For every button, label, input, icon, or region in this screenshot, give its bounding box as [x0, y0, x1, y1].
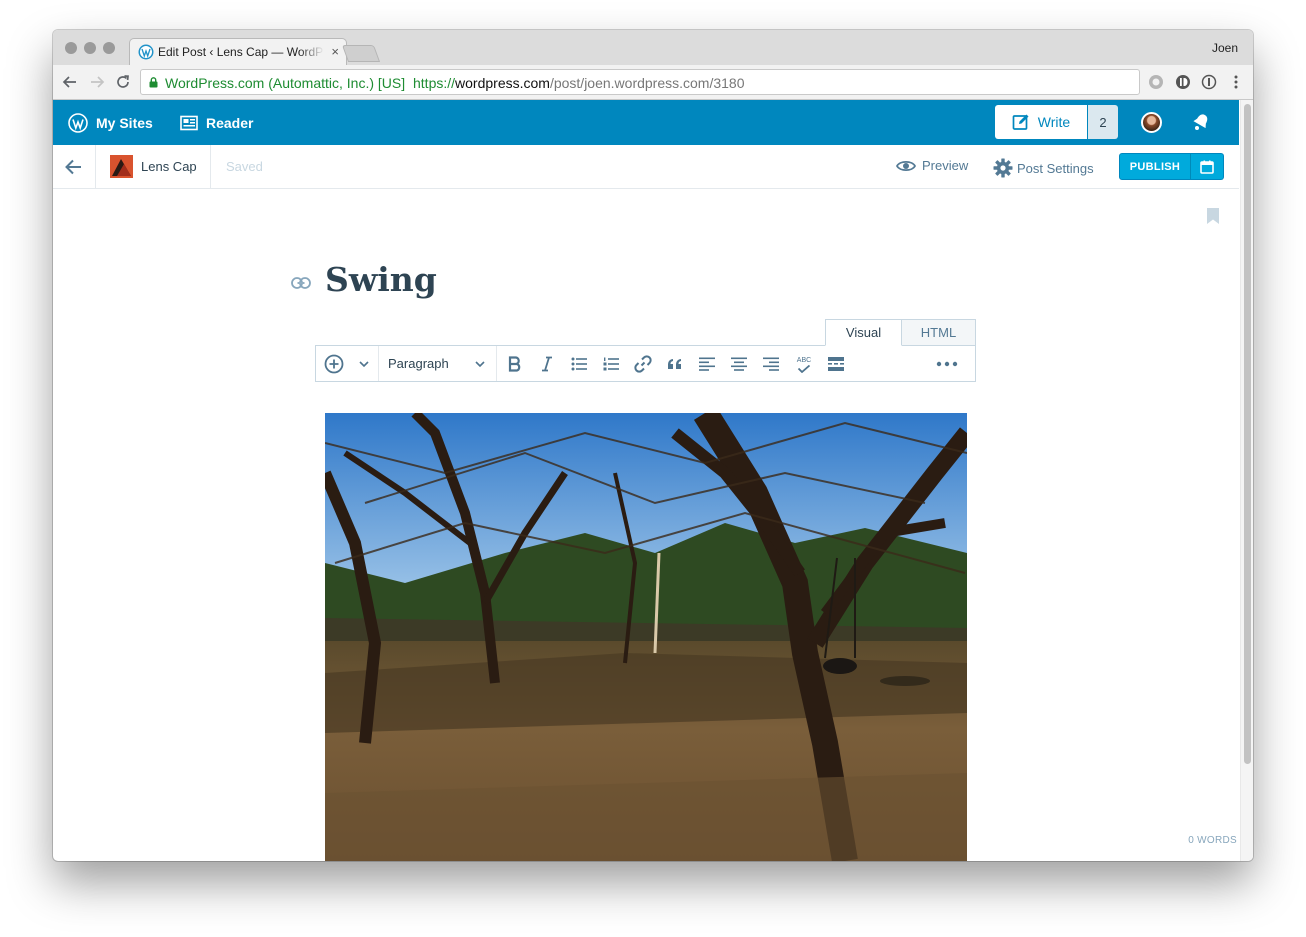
publish-button[interactable]: PUBLISH	[1119, 153, 1191, 180]
wordpress-logo-icon	[68, 112, 88, 133]
notifications-bell-icon[interactable]	[1191, 112, 1211, 132]
close-window-button[interactable]	[65, 42, 77, 54]
eye-icon	[896, 160, 916, 171]
tab-html[interactable]: HTML	[901, 319, 976, 346]
schedule-button[interactable]	[1190, 153, 1224, 180]
profile-name[interactable]: Joen	[1212, 41, 1238, 55]
bookmark-icon[interactable]	[1206, 207, 1220, 225]
format-chevron-down-icon[interactable]	[470, 346, 490, 381]
my-sites-label: My Sites	[96, 114, 153, 131]
site-logo-icon	[110, 155, 133, 178]
word-count: 0 WORDS	[1188, 835, 1237, 846]
read-more-icon[interactable]	[824, 346, 848, 381]
tab-visual[interactable]: Visual	[825, 319, 902, 346]
wordpress-icon	[138, 44, 154, 60]
minimize-window-button[interactable]	[84, 42, 96, 54]
tab-strip: Edit Post ‹ Lens Cap — WordPress.com × J…	[53, 30, 1253, 66]
browser-tab[interactable]: Edit Post ‹ Lens Cap — WordPress.com ×	[129, 38, 347, 66]
more-icon[interactable]	[932, 346, 962, 381]
tab-title: Edit Post ‹ Lens Cap — WordPress.com	[158, 45, 324, 59]
reader-link[interactable]: Reader	[180, 100, 253, 145]
blockquote-icon[interactable]	[664, 346, 686, 381]
italic-icon[interactable]	[536, 346, 558, 381]
link-icon[interactable]	[632, 346, 654, 381]
bullet-list-icon[interactable]	[568, 346, 590, 381]
address-bar: WordPress.com (Automattic, Inc.) [US] ht…	[53, 65, 1253, 100]
certificate-label: WordPress.com (Automattic, Inc.) [US]	[165, 75, 406, 91]
url-text: https://wordpress.com/post/joen.wordpres…	[413, 75, 745, 91]
new-tab-button[interactable]	[341, 45, 381, 62]
align-left-icon[interactable]	[696, 346, 718, 381]
link-icon[interactable]	[291, 277, 311, 289]
tab-close-icon[interactable]: ×	[331, 44, 339, 59]
write-button[interactable]: Write	[995, 105, 1087, 139]
editor-ground-control: Lens Cap Saved Preview Post Settings PUB…	[53, 145, 1239, 189]
bold-icon[interactable]	[504, 346, 526, 381]
maximize-window-button[interactable]	[103, 42, 115, 54]
post-image[interactable]	[325, 413, 967, 861]
preview-label: Preview	[922, 158, 969, 173]
reader-icon	[180, 115, 198, 130]
my-sites-link[interactable]: My Sites	[68, 100, 153, 145]
site-name[interactable]: Lens Cap	[141, 159, 197, 174]
url-input[interactable]: WordPress.com (Automattic, Inc.) [US] ht…	[140, 69, 1140, 95]
save-status: Saved	[226, 159, 263, 174]
masterbar: My Sites Reader Write 2	[53, 100, 1239, 145]
password-manager-icon[interactable]	[1201, 74, 1217, 90]
add-icon[interactable]	[322, 346, 346, 381]
post-title-input[interactable]: Swing	[325, 260, 437, 299]
numbered-list-icon[interactable]	[600, 346, 622, 381]
post-settings-button[interactable]: Post Settings	[993, 158, 1094, 178]
write-label: Write	[1037, 114, 1071, 130]
extension-circle-icon[interactable]	[1148, 74, 1164, 90]
browser-window: Edit Post ‹ Lens Cap — WordPress.com × J…	[53, 30, 1253, 861]
reload-icon[interactable]	[114, 73, 132, 91]
back-arrow-icon[interactable]	[63, 157, 85, 177]
compose-icon	[1012, 114, 1029, 130]
browser-menu-icon[interactable]	[1228, 74, 1244, 90]
drafts-count-button[interactable]: 2	[1088, 105, 1118, 139]
site-icon[interactable]	[110, 155, 133, 178]
forward-arrow-icon[interactable]	[88, 73, 106, 91]
editor-toolbar: Paragraph ABC	[315, 345, 976, 382]
tree-swing-photo	[325, 413, 967, 861]
scrollbar[interactable]	[1240, 100, 1253, 861]
calendar-icon	[1200, 160, 1214, 174]
format-select[interactable]: Paragraph	[388, 356, 449, 371]
chevron-down-icon[interactable]	[354, 346, 374, 381]
avatar[interactable]	[1141, 112, 1162, 133]
scrollbar-thumb[interactable]	[1244, 104, 1251, 764]
extension-id-icon[interactable]	[1175, 74, 1191, 90]
post-settings-label: Post Settings	[1017, 160, 1094, 176]
reader-label: Reader	[206, 114, 254, 131]
back-arrow-icon[interactable]	[61, 73, 79, 91]
gear-icon	[993, 158, 1013, 178]
align-right-icon[interactable]	[760, 346, 782, 381]
lock-icon	[149, 77, 158, 88]
align-center-icon[interactable]	[728, 346, 750, 381]
spellcheck-icon[interactable]: ABC	[792, 346, 816, 381]
preview-button[interactable]: Preview	[896, 158, 968, 173]
